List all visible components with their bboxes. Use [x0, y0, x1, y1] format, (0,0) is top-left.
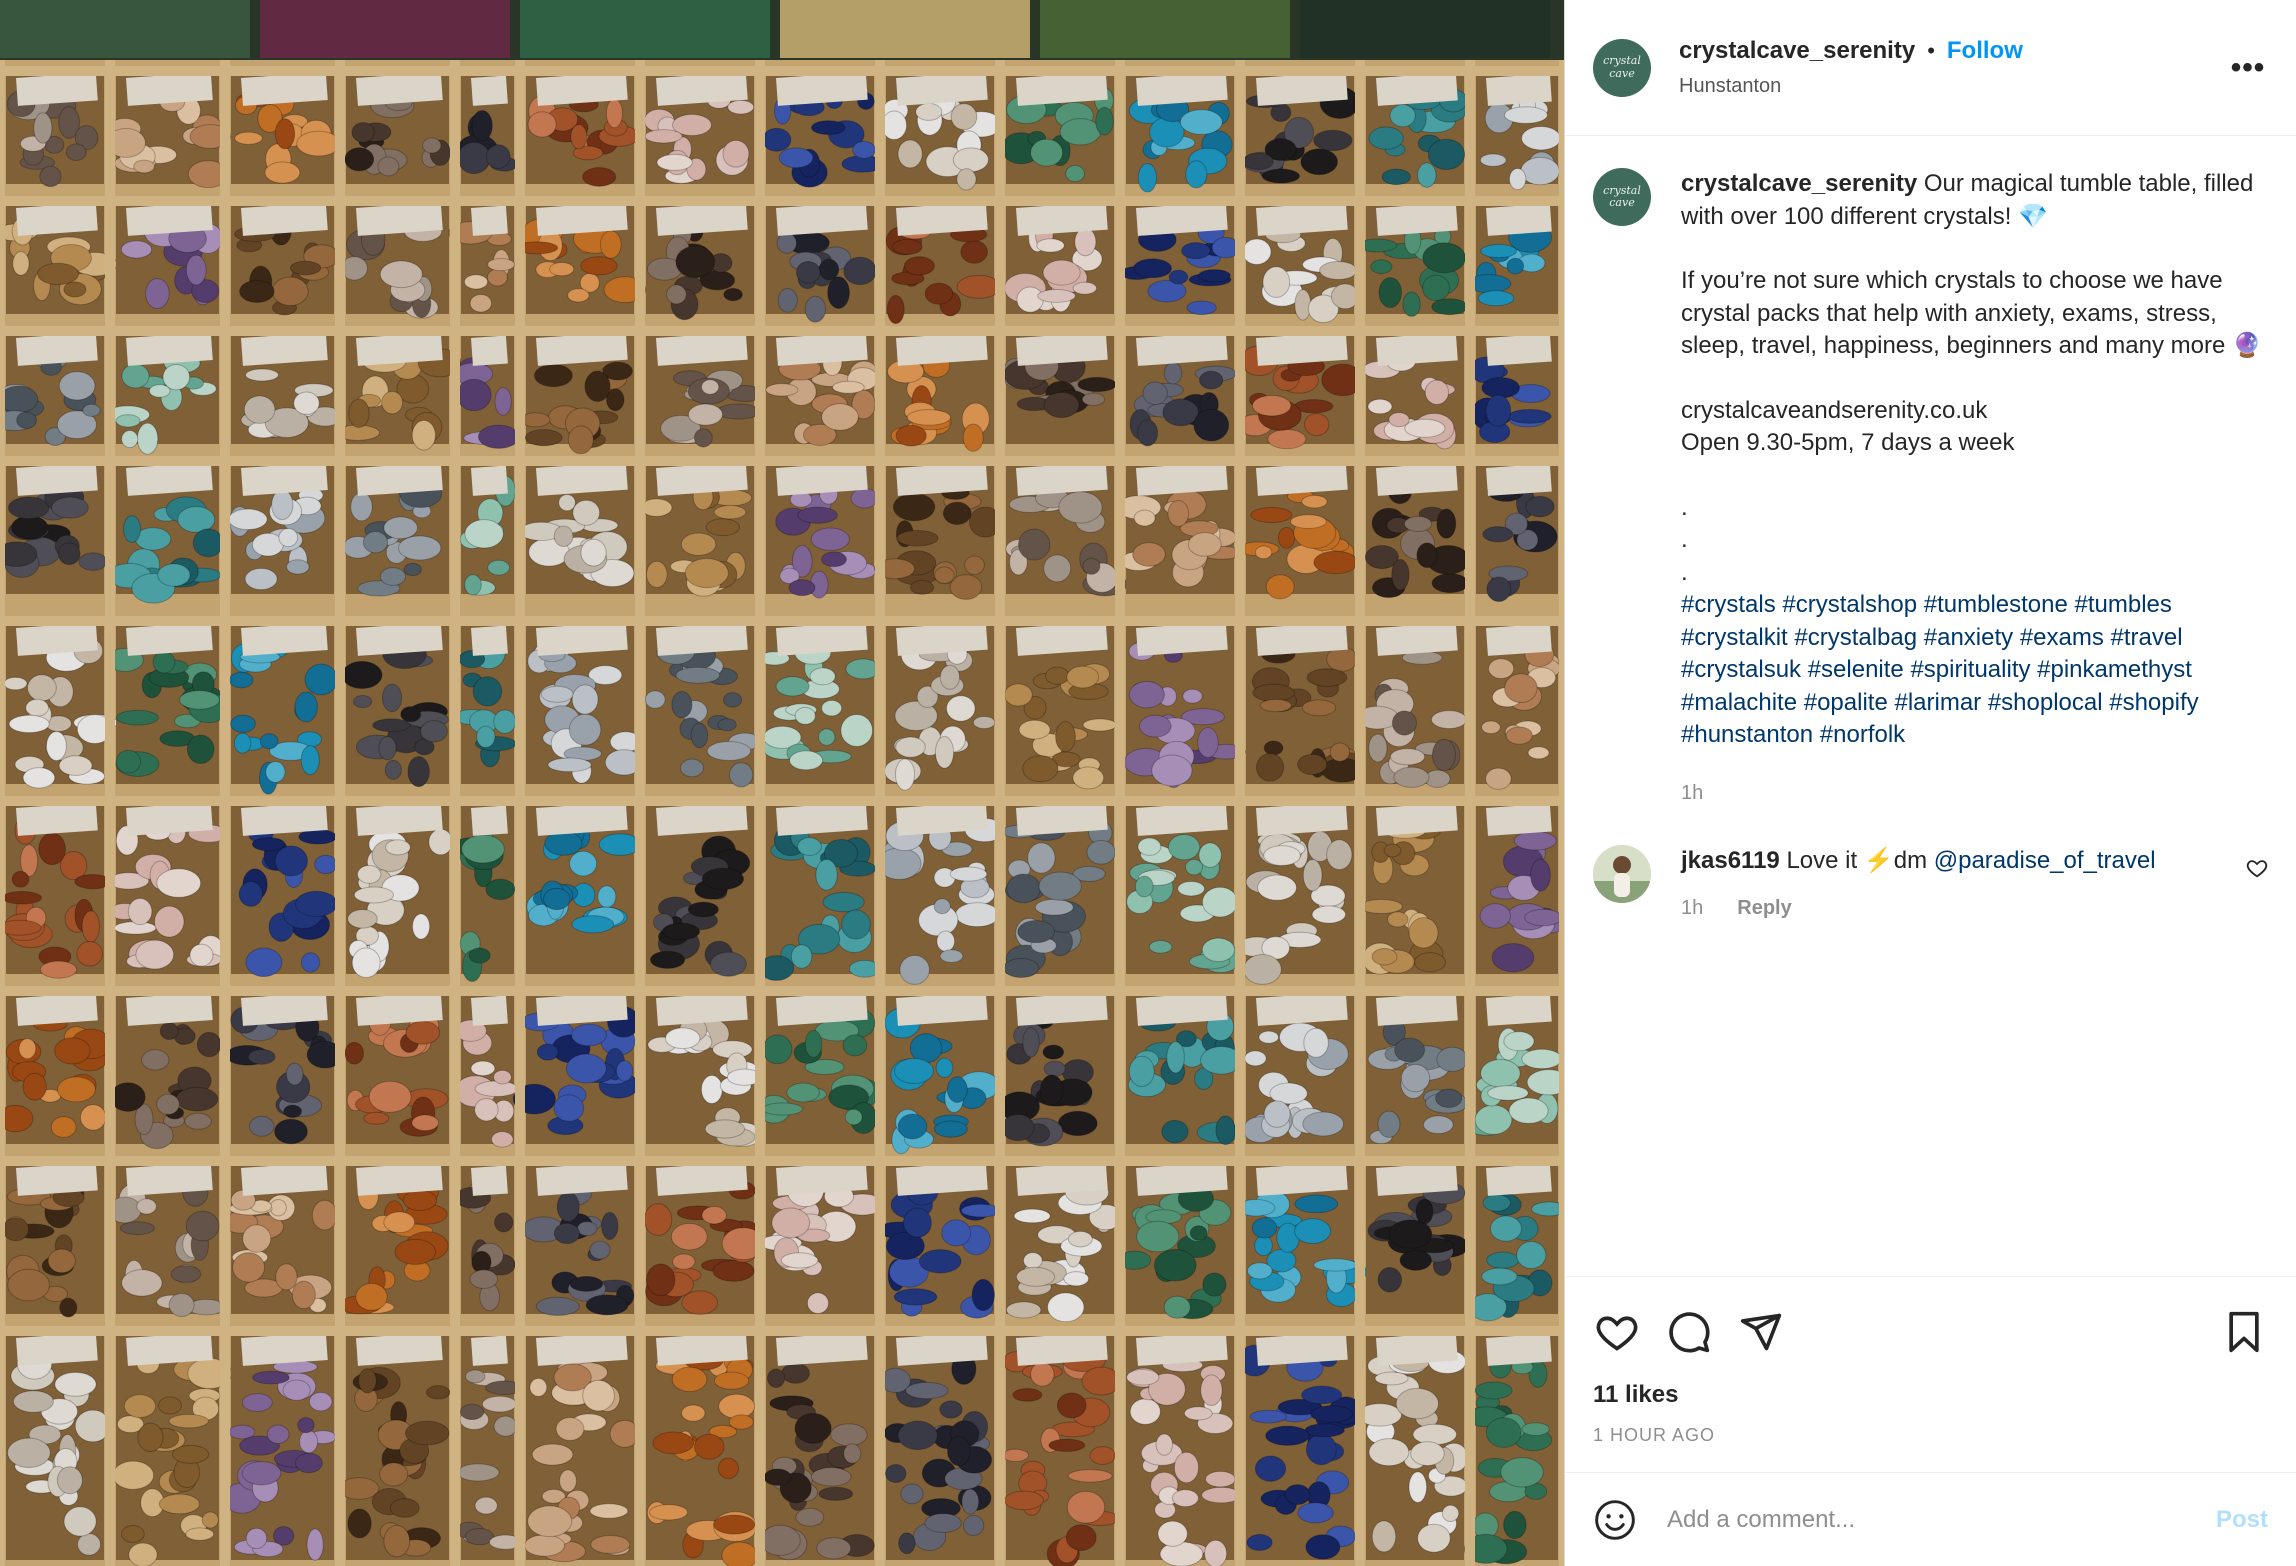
caption-avatar[interactable]: crystal cave — [1593, 168, 1651, 226]
caption-website: crystalcaveandserenity.co.uk — [1681, 396, 1988, 424]
commenter-photo — [1593, 844, 1651, 903]
add-comment-bar: Post — [1565, 1472, 2296, 1566]
author-avatar[interactable]: crystal cave — [1593, 38, 1651, 97]
commenter-username[interactable]: jkas6119 — [1681, 847, 1780, 874]
caption-hashtags[interactable]: #crystals #crystalshop #tumblestone #tum… — [1681, 591, 2199, 748]
comment-mention[interactable]: @paradise_of_travel — [1934, 847, 2156, 874]
post-caption: crystalcave_serenity Our magical tumble … — [1681, 168, 2271, 752]
avatar-logo-text: crystal cave — [1603, 183, 1641, 209]
post-timestamp: 1 HOUR AGO — [1593, 1425, 1716, 1445]
caption-time: 1h — [1681, 781, 1704, 804]
comment-meta: 1h Reply — [1681, 897, 2156, 920]
commenter-avatar[interactable] — [1593, 844, 1651, 903]
caption-dot: . — [1681, 558, 1688, 586]
comment-bubble-icon[interactable] — [1665, 1308, 1713, 1356]
post-comment-button[interactable]: Post — [2216, 1506, 2268, 1534]
emoji-icon[interactable] — [1593, 1498, 1637, 1542]
post-actions: 11 likes 1 HOUR AGO — [1565, 1276, 2296, 1472]
caption-hours: Open 9.30-5pm, 7 days a week — [1681, 429, 2015, 456]
post-header: crystal cave crystalcave_serenity • Foll… — [1565, 0, 2296, 136]
more-options-icon[interactable]: ••• — [2228, 48, 2268, 88]
like-heart-icon[interactable] — [1593, 1308, 1641, 1356]
reply-button[interactable]: Reply — [1737, 897, 1791, 920]
avatar-logo-text: crystal cave — [1603, 54, 1641, 80]
action-icons — [1593, 1287, 2268, 1377]
comment-text: jkas6119 Love it ⚡dm @paradise_of_travel — [1681, 845, 2156, 877]
author-username[interactable]: crystalcave_serenity — [1679, 37, 1915, 65]
header-text: crystalcave_serenity • Follow Hunstanton — [1679, 37, 2228, 98]
save-bookmark-icon[interactable] — [2220, 1308, 2268, 1356]
header-top-row: crystalcave_serenity • Follow — [1679, 37, 2228, 65]
post-side-panel: crystal cave crystalcave_serenity • Foll… — [1564, 0, 2296, 1566]
likes-count[interactable]: 11 likes — [1593, 1381, 2268, 1409]
like-comment-heart-icon[interactable] — [2246, 857, 2268, 879]
share-send-icon[interactable] — [1737, 1308, 1785, 1356]
follow-button[interactable]: Follow — [1947, 37, 2023, 65]
caption-line-2: If you’re not sure which crystals to cho… — [1681, 267, 2262, 359]
comment-body: Love it ⚡dm — [1786, 846, 1928, 874]
add-comment-input[interactable] — [1667, 1505, 2216, 1534]
caption-dot: . — [1681, 526, 1688, 553]
crystal-tumble-table-image — [0, 0, 1564, 1566]
instagram-post: crystal cave crystalcave_serenity • Foll… — [0, 0, 2296, 1566]
post-photo[interactable] — [0, 0, 1564, 1566]
caption-username[interactable]: crystalcave_serenity — [1681, 170, 1917, 197]
separator-dot: • — [1927, 38, 1935, 63]
post-location[interactable]: Hunstanton — [1679, 75, 2228, 98]
caption-dot: . — [1681, 493, 1688, 521]
comment-row: jkas6119 Love it ⚡dm @paradise_of_travel… — [1593, 844, 2268, 920]
comments-scroll-area[interactable]: crystal cave crystalcave_serenity Our ma… — [1565, 136, 2296, 1276]
comment-time: 1h — [1681, 896, 1704, 919]
caption-row: crystal cave crystalcave_serenity Our ma… — [1593, 168, 2268, 805]
